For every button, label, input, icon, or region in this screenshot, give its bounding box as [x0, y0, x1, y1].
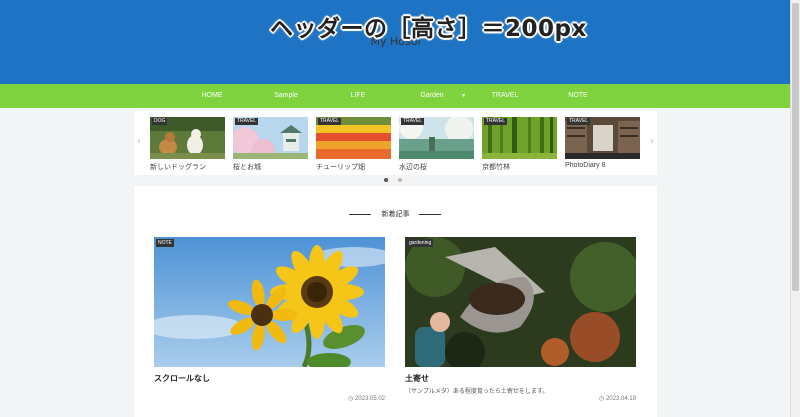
nav-item-note[interactable]: NOTE	[556, 84, 600, 108]
next-arrow-icon[interactable]: ›	[650, 136, 654, 147]
slide-title[interactable]: 新しいドッグラン	[150, 162, 225, 172]
clock-icon: ◷	[599, 396, 605, 402]
post-thumbnail[interactable]: gardening	[405, 237, 636, 367]
slide-image[interactable]: TRAVEL	[399, 117, 474, 159]
global-nav: HOME Sample LIFE Garden ▾ TRAVEL NOTE	[0, 84, 791, 108]
scrollbar-thumb[interactable]	[792, 3, 799, 291]
trowel-soil-photo	[405, 237, 636, 367]
category-badge: TRAVEL	[235, 118, 259, 125]
slide-title[interactable]: PhotoDiary 8	[565, 162, 640, 169]
category-badge: NOTE	[156, 239, 174, 247]
slide-image[interactable]: TRAVEL	[233, 117, 308, 159]
pagination-dot[interactable]	[398, 178, 402, 182]
slide-card[interactable]: DOG 新しいドッグラン	[150, 117, 225, 172]
post-date: ◷ 2023.04.19	[599, 396, 636, 402]
nav-item-life[interactable]: LIFE	[336, 84, 380, 108]
slide-title[interactable]: 京都竹林	[482, 162, 557, 172]
main-content: 新着記事 NOTE スクロールなし ◷ 2023.05.02 gardening…	[134, 186, 657, 417]
pagination-dot-active[interactable]	[384, 178, 388, 182]
category-badge: gardening	[407, 239, 434, 247]
slide-image[interactable]: TRAVEL	[482, 117, 557, 159]
slide-title[interactable]: チューリップ畑	[316, 162, 391, 172]
post-card[interactable]: gardening 土寄せ （サンプルメタ）ある程度育ったら土寄せをします。 ◷…	[405, 237, 636, 402]
post-title[interactable]: スクロールなし	[154, 373, 385, 384]
clock-icon: ◷	[348, 396, 354, 402]
featured-slider: ‹ › DOG 新しいドッグラン TRAVEL 桜とお城 TRAVEL チューリ…	[134, 111, 657, 175]
post-date: ◷ 2023.05.02	[348, 396, 385, 402]
nav-item-sample[interactable]: Sample	[264, 84, 308, 108]
post-card[interactable]: NOTE スクロールなし ◷ 2023.05.02	[154, 237, 385, 402]
section-title-line-right	[419, 214, 441, 215]
section-title: 新着記事	[381, 211, 410, 218]
category-badge: TRAVEL	[567, 118, 591, 125]
slide-image[interactable]: TRAVEL	[565, 117, 640, 159]
category-badge: DOG	[152, 118, 168, 125]
slide-card[interactable]: TRAVEL PhotoDiary 8	[565, 117, 640, 169]
category-badge: TRAVEL	[484, 118, 508, 125]
slide-card[interactable]: TRAVEL チューリップ畑	[316, 117, 391, 172]
prev-arrow-icon[interactable]: ‹	[137, 136, 141, 147]
nav-item-garden[interactable]: Garden	[410, 84, 454, 108]
nav-item-home[interactable]: HOME	[190, 84, 234, 108]
nav-item-travel[interactable]: TRAVEL	[483, 84, 527, 108]
slide-card[interactable]: TRAVEL 水辺の桜	[399, 117, 474, 172]
category-badge: TRAVEL	[318, 118, 342, 125]
chevron-down-icon[interactable]: ▾	[462, 84, 465, 108]
annotation-overlay: ヘッダーの［高さ］＝200px	[270, 16, 587, 42]
post-title[interactable]: 土寄せ	[405, 373, 636, 384]
slide-title[interactable]: 桜とお城	[233, 162, 308, 172]
sunflower-photo	[154, 237, 385, 367]
category-badge: TRAVEL	[401, 118, 425, 125]
slide-image[interactable]: DOG	[150, 117, 225, 159]
slide-card[interactable]: TRAVEL 京都竹林	[482, 117, 557, 172]
post-thumbnail[interactable]: NOTE	[154, 237, 385, 367]
post-excerpt: （サンプルメタ）ある程度育ったら土寄せをします。	[405, 389, 549, 395]
slide-title[interactable]: 水辺の桜	[399, 162, 474, 172]
vertical-scrollbar[interactable]	[790, 0, 800, 417]
slide-image[interactable]: TRAVEL	[316, 117, 391, 159]
slide-card[interactable]: TRAVEL 桜とお城	[233, 117, 308, 172]
